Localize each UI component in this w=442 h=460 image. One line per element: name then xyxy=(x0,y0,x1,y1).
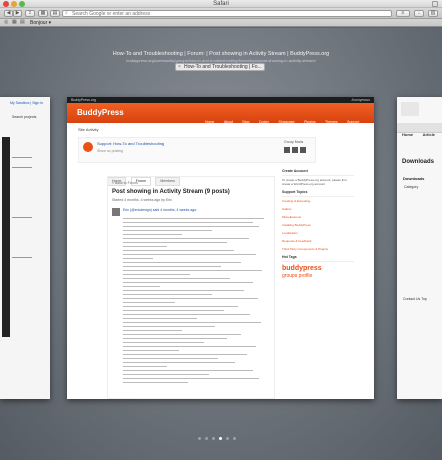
avatar xyxy=(284,147,290,153)
toolbar: ◀ ▶ ⇪ ▦ ▤ ⌕ ≡ ↓ ▥ xyxy=(0,8,442,19)
address-input[interactable] xyxy=(72,11,382,16)
bp-nav-item: Support xyxy=(347,120,360,124)
left-top-links: My Sandbox | Sign in xyxy=(10,101,44,105)
left-search-label: Search projects xyxy=(12,115,37,119)
bp-nav-item: About xyxy=(223,120,233,124)
close-tab-icon[interactable]: × xyxy=(178,64,181,70)
page-dot[interactable] xyxy=(219,437,222,440)
bp-nav-item: Plugins xyxy=(304,120,316,124)
bp-nav-item: Blog xyxy=(242,120,250,124)
page-dot[interactable] xyxy=(205,437,208,440)
sidebar-create-text: To create a BuddyPress.org account, plea… xyxy=(282,178,347,186)
page-title: How-To and Troubleshooting | Forum: | Po… xyxy=(112,51,330,57)
bp-breadcrumb: Site Activity xyxy=(78,127,99,132)
active-tab-label: How-To and Troubleshooting | Fo... xyxy=(184,64,262,70)
bp-group-header: Support: How-To and Troubleshooting Show… xyxy=(78,137,316,163)
tag-big: buddypress xyxy=(282,265,322,272)
reading-list-icon[interactable]: ◎ xyxy=(4,20,8,25)
bp-nav-item: Showcase xyxy=(278,120,295,124)
right-heading: Downloads xyxy=(402,159,435,165)
sidebar-tag-cloud: buddypress groups profile xyxy=(282,265,354,279)
right-footer: Contact Us Top xyxy=(403,297,427,301)
page-dot[interactable] xyxy=(198,437,201,440)
right-nav-home: Home xyxy=(402,132,414,137)
avatar xyxy=(300,147,306,153)
sidebar-tags-title: Hot Tags xyxy=(282,255,354,262)
right-subheading: Downloads xyxy=(403,176,425,181)
tab-view-button[interactable]: ▦ xyxy=(38,10,48,17)
right-nav: Home Article xyxy=(397,123,442,137)
page-dot[interactable] xyxy=(212,437,215,440)
bp-header: BuddyPress Home About Blog Codex Showcas… xyxy=(67,103,374,142)
text-line xyxy=(12,257,32,258)
group-mods-label: Group Mods xyxy=(284,140,304,144)
left-dark-panel xyxy=(2,137,10,337)
topic-meta: Started 4 months, 4 weeks ago by Eric xyxy=(112,198,172,202)
right-nav-article: Article xyxy=(422,132,436,137)
bookmarks-icon[interactable]: ▦ xyxy=(12,20,17,25)
window-title: Safari xyxy=(213,1,229,7)
tab-thumbnail-right[interactable]: Home Article Downloads Downloads Categor… xyxy=(397,97,442,399)
topic-title: Post showing in Activity Stream (9 posts… xyxy=(112,189,230,195)
bp-nav-item: Home xyxy=(205,120,215,124)
text-line xyxy=(12,157,32,158)
tab-thumbnail-left[interactable]: My Sandbox | Sign in Search projects xyxy=(0,97,50,399)
sidebar-link: Third Party Components & Plugins xyxy=(282,247,329,251)
sidebar-topics-title: Support Topics xyxy=(282,190,354,197)
bp-topic-content: « Back to Forum Post showing in Activity… xyxy=(107,176,275,399)
group-subtitle: Show no posting xyxy=(97,149,123,153)
bp-back-link: « Back to Forum xyxy=(112,181,138,185)
post-body xyxy=(123,218,271,386)
group-avatar xyxy=(83,142,93,152)
forward-button[interactable]: ▶ xyxy=(13,10,22,17)
bp-sidebar: Create Account To create a BuddyPress.or… xyxy=(282,169,354,399)
right-category: Category xyxy=(404,185,419,189)
sidebar-icon[interactable]: ▥ xyxy=(428,10,438,17)
text-line xyxy=(12,167,32,168)
avatar xyxy=(112,208,120,216)
grid-icon[interactable]: ▤ xyxy=(20,20,25,25)
bp-tabs: Home Forum Members xyxy=(107,169,180,186)
share-icon[interactable]: ⇪ xyxy=(25,10,35,17)
tab-thumbnail-main[interactable]: BuddyPress.org Anonymous BuddyPress Home… xyxy=(67,97,374,399)
tag-medium: groups profile xyxy=(282,273,313,279)
tab-page-dots xyxy=(196,427,238,440)
top-sites-button[interactable]: ▤ xyxy=(50,10,60,17)
post-header: Eric (@ericdesign) said 4 months, 4 week… xyxy=(123,208,198,212)
page-dot[interactable] xyxy=(226,437,229,440)
page-dot[interactable] xyxy=(233,437,236,440)
bp-logo: BuddyPress xyxy=(77,108,124,117)
title-bar: Safari xyxy=(0,0,442,8)
bookmark-bonjour[interactable]: Bonjour ▾ xyxy=(30,20,51,26)
search-icon: ⌕ xyxy=(65,10,68,16)
address-bar[interactable]: ⌕ xyxy=(62,10,392,17)
bookmarks-bar: ◎ ▦ ▤ Bonjour ▾ xyxy=(0,19,442,27)
bp-nav-item: Themes xyxy=(325,120,338,124)
sidebar-create-title: Create Account xyxy=(282,169,354,176)
back-button[interactable]: ◀ xyxy=(4,10,13,17)
group-title: Support: How-To and Troubleshooting xyxy=(97,141,165,146)
downloads-icon[interactable]: ↓ xyxy=(414,10,424,17)
active-tab[interactable]: × How-To and Troubleshooting | Fo... xyxy=(175,63,265,71)
bp-nav-item: Codex xyxy=(258,120,269,124)
tab-view-header: How-To and Troubleshooting | Forum: | Po… xyxy=(0,51,442,63)
right-logo xyxy=(401,102,419,116)
avatar xyxy=(292,147,298,153)
text-line xyxy=(12,217,32,218)
fullscreen-button[interactable] xyxy=(432,1,438,7)
reader-button[interactable]: ≡ xyxy=(396,10,410,17)
